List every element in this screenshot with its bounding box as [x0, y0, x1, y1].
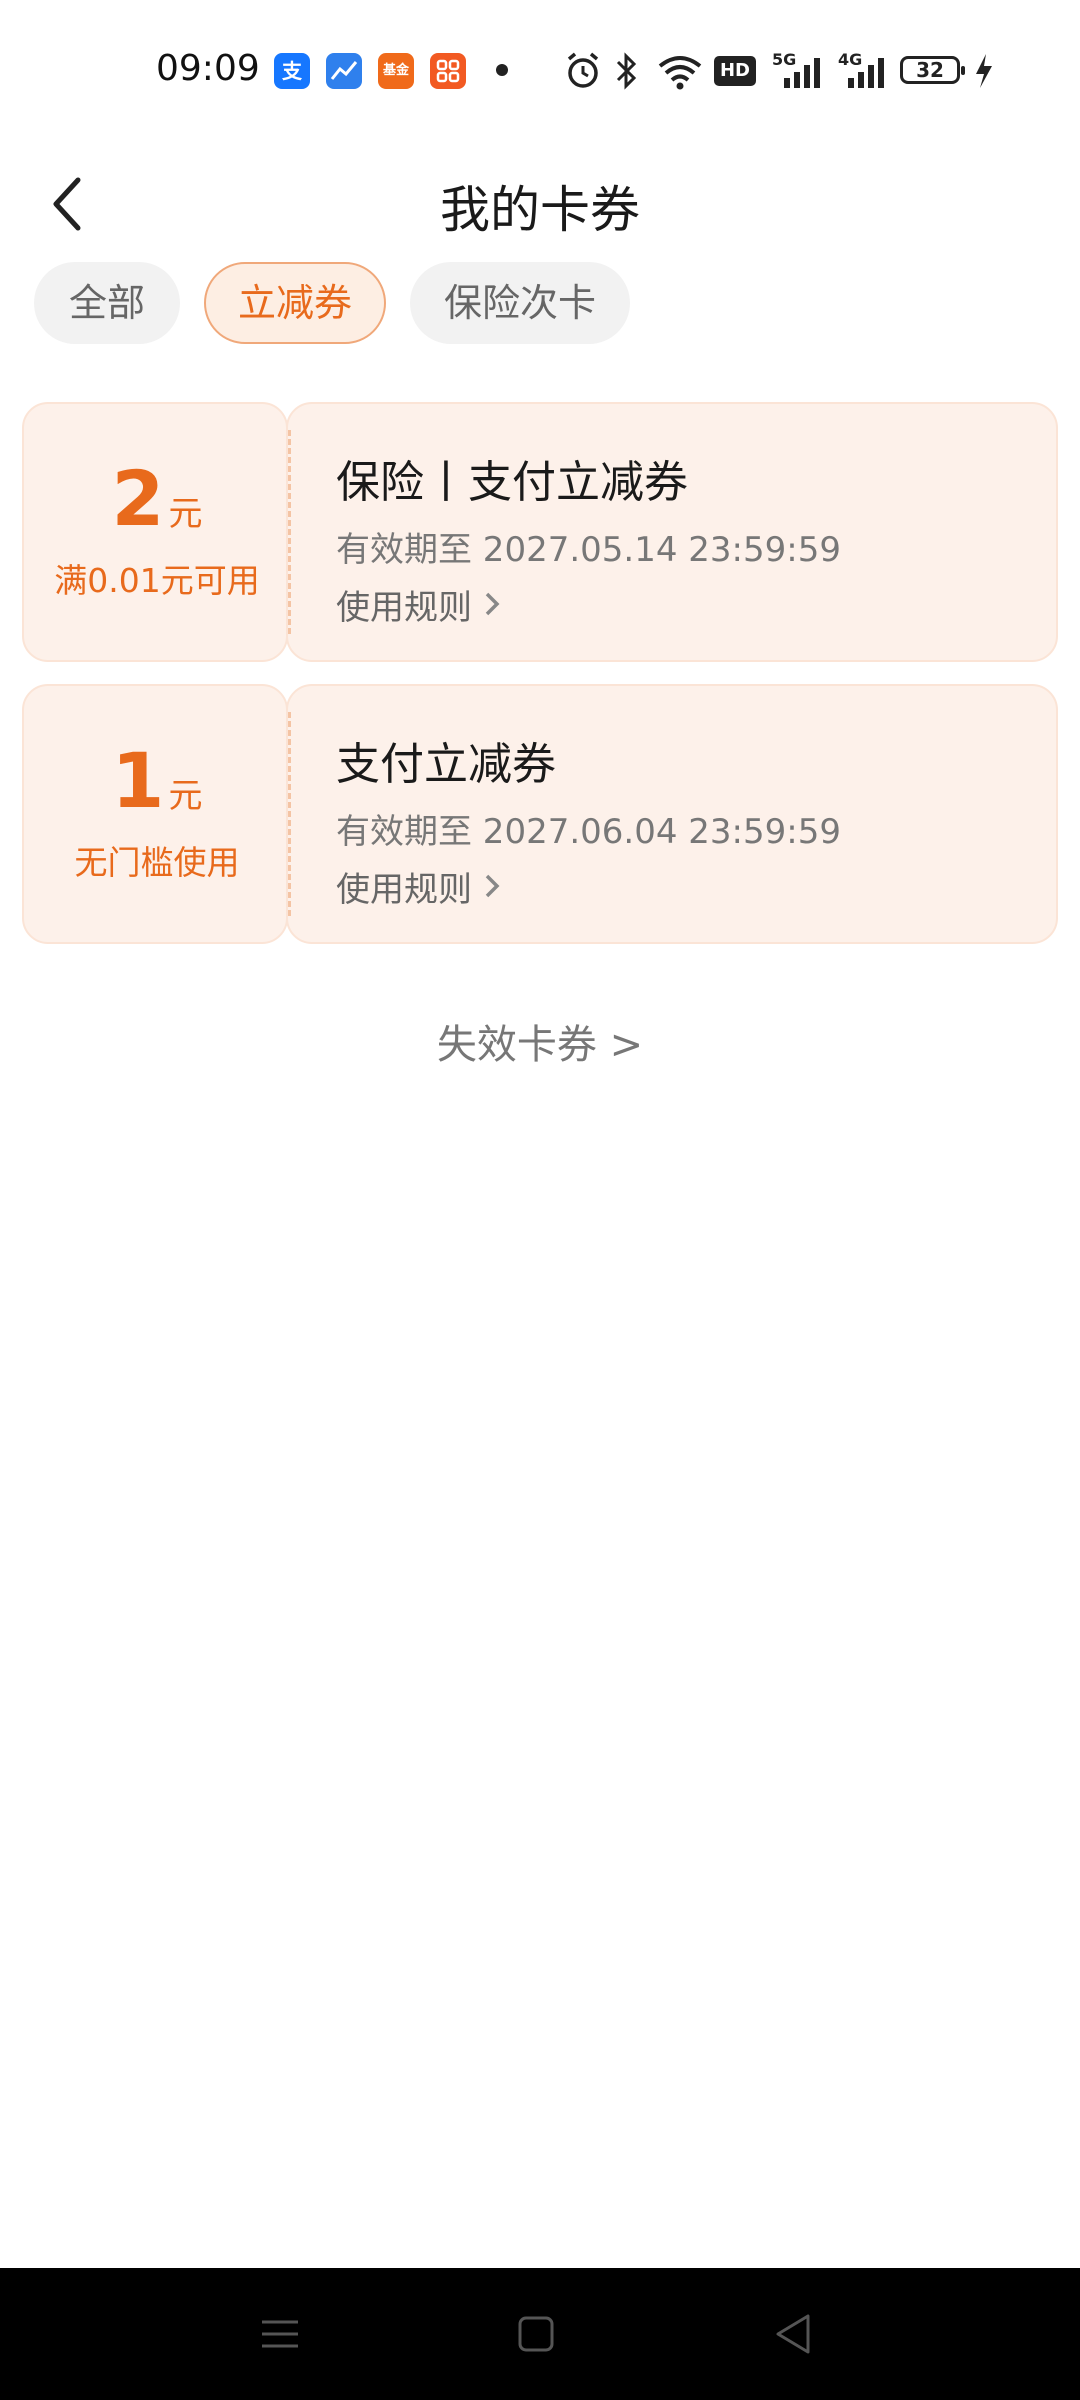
- coupon-title: 保险丨支付立减券: [336, 457, 688, 508]
- signal-4g-icon: [848, 58, 884, 88]
- coupon-expiry: 有效期至 2027.06.04 23:59:59: [336, 812, 841, 852]
- coupon-info-panel: 支付立减券 有效期至 2027.06.04 23:59:59 使用规则: [286, 684, 1058, 944]
- alipay-icon: 支: [274, 53, 310, 89]
- usage-rules-label: 使用规则: [336, 870, 472, 910]
- coupon-expiry: 有效期至 2027.05.14 23:59:59: [336, 530, 841, 570]
- coupon-amount: 1元: [24, 736, 290, 825]
- coupon-card[interactable]: 2元 满0.01元可用 保险丨支付立减券 有效期至 2027.05.14 23:…: [22, 402, 1058, 662]
- usage-rules-link[interactable]: 使用规则: [336, 862, 502, 911]
- notification-dot-icon: [496, 64, 508, 76]
- coupon-amount-panel: 2元 满0.01元可用: [22, 402, 288, 662]
- grid-app-icon: [430, 53, 466, 89]
- coupon-info-panel: 保险丨支付立减券 有效期至 2027.05.14 23:59:59 使用规则: [286, 402, 1058, 662]
- tab-insurance-pass[interactable]: 保险次卡: [410, 262, 630, 344]
- signal-5g-icon: [784, 58, 820, 88]
- coupon-title: 支付立减券: [336, 739, 556, 790]
- expired-coupons-link[interactable]: 失效卡券 >: [0, 1012, 1080, 1070]
- stock-app-icon: [326, 53, 362, 89]
- coupon-amount: 2元: [24, 454, 290, 543]
- tab-all[interactable]: 全部: [34, 262, 180, 344]
- wifi-icon: [658, 56, 702, 90]
- coupon-divider: [288, 712, 291, 916]
- charging-icon: [976, 54, 992, 88]
- alarm-icon: [567, 52, 599, 88]
- coupon-card[interactable]: 1元 无门槛使用 支付立减券 有效期至 2027.06.04 23:59:59 …: [22, 684, 1058, 944]
- chevron-right-icon: [485, 592, 500, 616]
- coupon-amount-value: 2: [111, 454, 165, 543]
- coupon-condition: 无门槛使用: [74, 843, 240, 882]
- coupon-divider: [288, 430, 291, 634]
- home-icon: [518, 2316, 554, 2352]
- usage-rules-link[interactable]: 使用规则: [336, 580, 502, 629]
- coupon-amount-unit: 元: [168, 494, 203, 534]
- menu-button[interactable]: [248, 2302, 312, 2366]
- coupon-amount-value: 1: [111, 736, 165, 825]
- back-nav-button[interactable]: [762, 2302, 826, 2366]
- battery-icon: 32: [900, 56, 965, 84]
- bluetooth-icon: [616, 52, 637, 90]
- home-button[interactable]: [504, 2302, 568, 2366]
- page-title: 我的卡券: [440, 181, 640, 239]
- screen: 09:09 支 基金 HD 5G 4G 32 我的卡券 全部 立减券 保险次卡 …: [0, 0, 1080, 2400]
- coupon-amount-unit: 元: [168, 776, 203, 816]
- status-bar: 09:09 支 基金 HD 5G 4G 32: [0, 0, 1080, 140]
- header: 我的卡券: [0, 140, 1080, 270]
- triangle-back-icon: [776, 2314, 810, 2354]
- chevron-right-icon: [485, 874, 500, 898]
- tab-instant-discount[interactable]: 立减券: [204, 262, 386, 344]
- hd-icon: HD: [714, 56, 756, 86]
- usage-rules-label: 使用规则: [336, 588, 472, 628]
- coupon-amount-panel: 1元 无门槛使用: [22, 684, 288, 944]
- fund-app-icon: 基金: [378, 53, 414, 89]
- coupon-condition: 满0.01元可用: [54, 561, 260, 600]
- menu-icon: [262, 2320, 298, 2348]
- status-time: 09:09: [156, 48, 260, 89]
- system-nav-bar: [0, 2268, 1080, 2400]
